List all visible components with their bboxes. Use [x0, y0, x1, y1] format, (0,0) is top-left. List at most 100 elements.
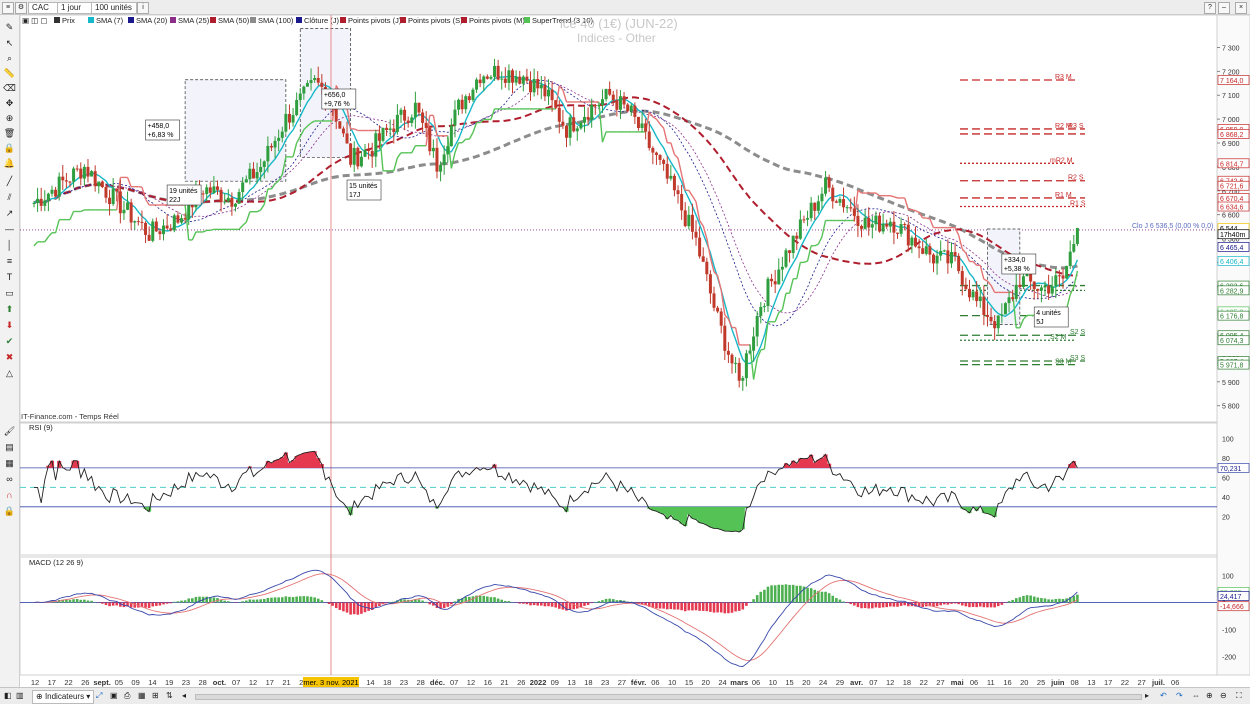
chart-watermark-subtitle: Indices - Other: [577, 31, 656, 45]
date-tick-label: 21: [282, 678, 290, 687]
candle-body: [759, 307, 762, 316]
scroll-left-icon[interactable]: ◂: [182, 690, 186, 702]
date-tick-label: déc.: [430, 678, 445, 687]
candle-body: [1047, 286, 1050, 294]
candle-body: [414, 103, 417, 118]
candle-body: [587, 117, 590, 120]
toggle-icon[interactable]: ◧: [4, 690, 12, 702]
chart-type-icon[interactable]: ▦: [138, 690, 146, 702]
date-tick-label: 20: [802, 678, 810, 687]
undo-icon[interactable]: ↶: [1160, 690, 1167, 702]
candle-body: [680, 194, 683, 210]
price-tag-label: 6 406,4: [1220, 259, 1243, 266]
candle-body: [896, 233, 899, 234]
supertrend-segment: [257, 210, 261, 212]
grid-icon[interactable]: ⊞: [152, 690, 159, 702]
candle-body: [122, 210, 125, 213]
candle-body: [1069, 252, 1072, 266]
price-tag-label: 6 176,8: [1220, 314, 1243, 321]
candle-body: [763, 306, 766, 307]
candle-body: [360, 157, 363, 167]
rsi-tick-label: 60: [1222, 476, 1230, 483]
price-tag-label: 17h40m: [1220, 232, 1245, 239]
candle-body: [479, 80, 482, 84]
candle-body: [313, 78, 316, 80]
pivot-label: S2 S: [1070, 329, 1086, 336]
layout-icon[interactable]: ▥: [16, 690, 24, 702]
candle-body: [723, 326, 726, 351]
supertrend-segment: [412, 146, 416, 153]
price-tag-label: 6 465,4: [1220, 245, 1243, 252]
price-tick-label: 7 300: [1222, 45, 1240, 52]
date-tick-label: 17: [266, 678, 274, 687]
candle-body: [482, 76, 485, 83]
candle-body: [572, 117, 575, 131]
annotation-text: +334,0: [1004, 257, 1026, 264]
candle-body: [561, 122, 564, 126]
candle-body: [90, 171, 93, 176]
indicators-button[interactable]: ⊕ Indicateurs ▾: [32, 690, 94, 704]
date-tick-label: juin: [1050, 678, 1065, 687]
date-tick-label: 12: [467, 678, 475, 687]
export-icon[interactable]: ⇅: [166, 690, 173, 702]
candle-body: [468, 96, 471, 100]
candle-body: [133, 221, 136, 222]
zoom-in-icon[interactable]: ⊕: [1206, 690, 1213, 702]
candle-body: [990, 317, 993, 321]
scroll-right-icon[interactable]: ▸: [1145, 690, 1149, 702]
candle-body: [871, 224, 874, 227]
save-icon[interactable]: ▣: [110, 690, 118, 702]
supertrend-segment: [433, 115, 437, 135]
supertrend-segment: [81, 210, 85, 212]
candle-body: [410, 117, 413, 123]
date-tick-label: 18: [584, 678, 592, 687]
share-icon[interactable]: ⤢: [96, 690, 102, 702]
fullscreen-icon[interactable]: ⛶: [1236, 690, 1242, 702]
rsi-tick-label: 40: [1222, 495, 1230, 502]
candle-body: [61, 177, 64, 181]
date-tick-label: 10: [668, 678, 676, 687]
candle-body: [529, 81, 532, 93]
horizontal-scrollbar[interactable]: [195, 694, 1142, 700]
date-tick-label: 27: [618, 678, 626, 687]
candle-body: [338, 121, 341, 128]
redo-icon[interactable]: ↷: [1176, 690, 1183, 702]
candle-body: [677, 190, 680, 194]
candle-body: [371, 151, 374, 157]
supertrend-segment: [782, 293, 786, 310]
date-tick-label: 13: [567, 678, 575, 687]
candle-body: [302, 87, 305, 94]
candle-body: [475, 80, 478, 90]
candle-body: [489, 77, 492, 79]
candle-body: [713, 293, 716, 307]
date-tick-label: 11: [987, 678, 995, 687]
candle-body: [428, 128, 431, 151]
candle-body: [173, 215, 176, 230]
chart-area[interactable]: ice 40 (1€) (JUN-22) Indices - Other +45…: [0, 0, 1250, 703]
annotation-text: 4 unités: [1036, 310, 1061, 317]
supertrend-segment: [656, 119, 660, 124]
candle-body: [626, 105, 629, 112]
candle-body: [446, 146, 449, 154]
candle-body: [892, 222, 895, 233]
candle-body: [716, 308, 719, 312]
date-tick-label: 07: [450, 678, 458, 687]
candle-body: [633, 106, 636, 117]
date-tick-label: 17: [1104, 678, 1112, 687]
candle-body: [1011, 297, 1014, 299]
macd-tick-label: -100: [1222, 627, 1236, 634]
candle-body: [608, 89, 611, 95]
candle-body: [263, 161, 266, 167]
zoom-out-icon[interactable]: ⊖: [1220, 690, 1227, 702]
candle-body: [533, 79, 536, 92]
candle-body: [846, 207, 849, 208]
candle-body: [1054, 275, 1057, 286]
candle-body: [745, 353, 748, 378]
supertrend-segment: [707, 238, 711, 257]
candle-body: [252, 169, 255, 179]
fit-icon[interactable]: ⇔: [1192, 690, 1200, 702]
candle-body: [579, 123, 582, 129]
annotation-text: +458,0: [148, 123, 170, 130]
print-icon[interactable]: ⎙: [124, 690, 130, 702]
macd-tag-label: -14,666: [1220, 604, 1244, 611]
